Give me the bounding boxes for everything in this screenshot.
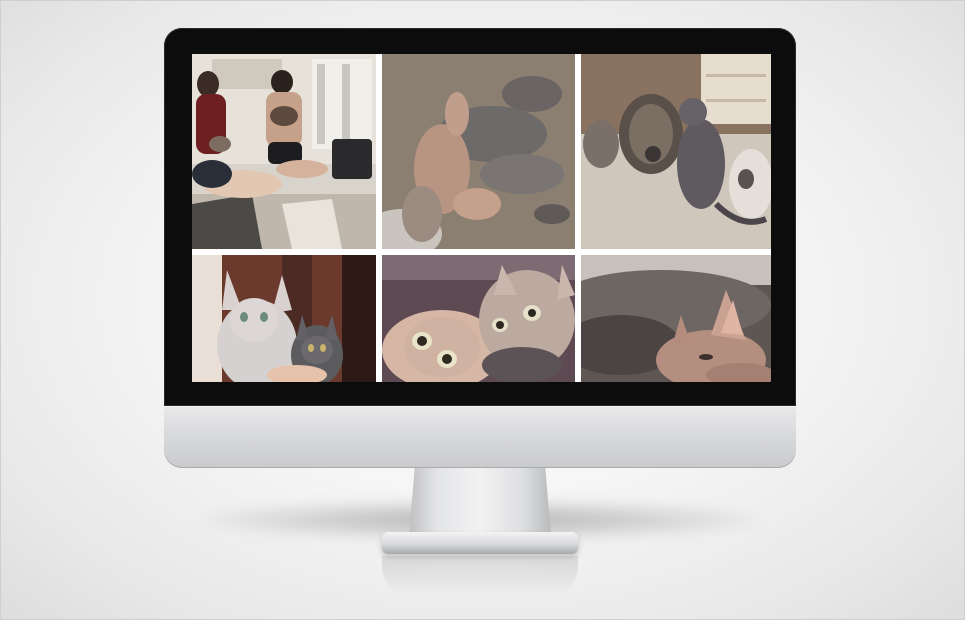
monitor-screen [192,54,771,382]
mockup-scene [0,0,965,620]
monitor-chin [164,406,796,468]
photo-tile-two-cats-portrait [192,255,376,382]
monitor-bezel [164,28,796,406]
monitor-stand-neck [409,468,551,536]
desktop-monitor [164,28,796,468]
photo-tile-people-with-kittens [192,54,376,249]
photo-grid [192,54,771,382]
stand-reflection [382,556,578,596]
photo-tile-cat-closeup [581,255,771,382]
monitor-stand-base [382,532,578,554]
photo-tile-cats-looking-up [382,255,575,382]
photo-tile-sleeping-kittens [382,54,575,249]
photo-tile-cats-with-scratcher [581,54,771,249]
